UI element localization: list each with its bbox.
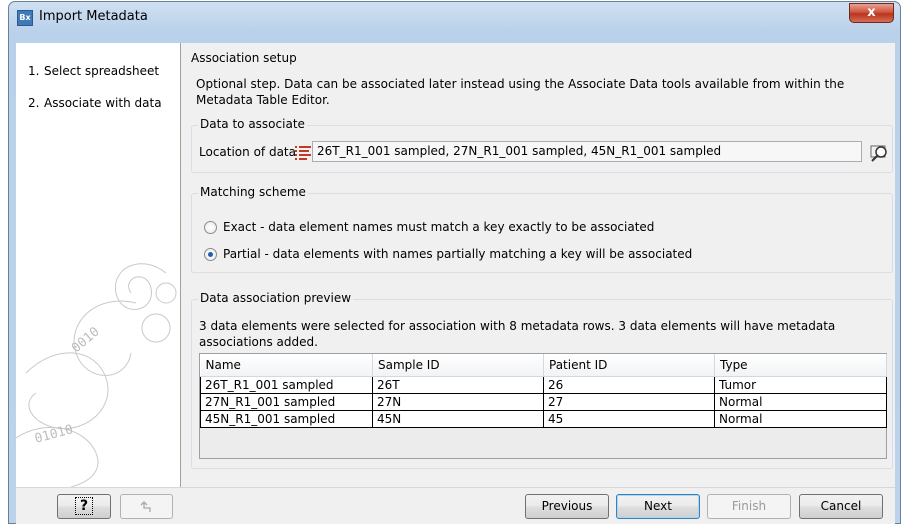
svg-text:01010: 01010 (33, 422, 75, 447)
next-button[interactable]: Next (616, 494, 700, 519)
restore-defaults-button[interactable] (120, 494, 173, 519)
column-header-patient-id[interactable]: Patient ID (543, 354, 715, 377)
help-label: ? (74, 497, 94, 515)
cell-sample-id: 27N (372, 392, 544, 411)
cell-type: Tumor (714, 375, 887, 394)
group-title: Matching scheme (198, 185, 308, 199)
finish-button[interactable]: Finish (707, 494, 791, 519)
step-label: Select spreadsheet (44, 64, 160, 78)
step-number: 1. (28, 64, 40, 78)
dialog-body: 1. Select spreadsheet 2. Associate with da… (16, 43, 895, 524)
step-label: Associate with data (44, 96, 162, 110)
svg-text:0010: 0010 (69, 324, 103, 356)
group-title: Data association preview (198, 291, 354, 305)
title-bar: Bx Import Metadata x (9, 2, 900, 32)
preview-summary: 3 data elements were selected for associ… (199, 319, 836, 349)
partial-radio[interactable] (204, 247, 217, 261)
preview-table: Name Sample ID Patient ID Type 26T_R1_00… (200, 354, 887, 428)
data-to-associate-group: Data to associate Location of data 26T_R… (191, 117, 893, 173)
table-row[interactable]: 27N_R1_001 sampled 27N 27 Normal (200, 392, 887, 411)
partial-radio-label: Partial - data elements with names parti… (223, 247, 693, 261)
previous-button[interactable]: Previous (525, 494, 609, 519)
cell-sample-id: 26T (372, 375, 544, 394)
close-button[interactable]: x (849, 3, 894, 23)
group-title: Data to associate (198, 117, 307, 131)
browse-magnifier-icon[interactable] (868, 141, 890, 163)
cell-patient-id: 45 (543, 409, 715, 428)
location-of-data-label: Location of data (199, 145, 296, 159)
column-header-sample-id[interactable]: Sample ID (372, 354, 544, 377)
cell-patient-id: 26 (543, 375, 715, 394)
app-icon: Bx (17, 10, 33, 26)
cell-name: 26T_R1_001 sampled (200, 375, 373, 394)
list-icon (295, 146, 311, 160)
window-title: Import Metadata (39, 9, 148, 24)
cell-patient-id: 27 (543, 392, 715, 411)
matching-scheme-group: Matching scheme Exact - data element nam… (191, 185, 893, 273)
step-select-spreadsheet: 1. Select spreadsheet (28, 64, 159, 78)
cell-name: 27N_R1_001 sampled (200, 392, 373, 411)
cell-sample-id: 45N (372, 409, 544, 428)
section-description: Optional step. Data can be associated la… (196, 77, 845, 107)
data-association-preview-group: Data association preview 3 data elements… (191, 291, 893, 469)
decorative-swirl-logo: 0010 01010 (16, 263, 177, 487)
exact-radio[interactable] (204, 220, 217, 234)
location-of-data-field[interactable]: 26T_R1_001 sampled, 27N_R1_001 sampled, … (312, 141, 862, 162)
table-header-row: Name Sample ID Patient ID Type (200, 354, 887, 377)
wizard-steps-panel: 1. Select spreadsheet 2. Associate with da… (16, 43, 181, 487)
exact-radio-label: Exact - data element names must match a … (223, 220, 655, 234)
undo-arrow-icon (140, 501, 151, 512)
step-associate-with-data: 2. Associate with data (28, 96, 162, 110)
dialog-footer: ? Previous Next Finish Cancel (16, 487, 895, 524)
step-number: 2. (28, 96, 40, 110)
column-header-name[interactable]: Name (200, 354, 373, 377)
preview-table-container[interactable]: Name Sample ID Patient ID Type 26T_R1_00… (199, 353, 887, 459)
cell-type: Normal (714, 409, 887, 428)
section-title: Association setup (191, 51, 297, 65)
table-row[interactable]: 45N_R1_001 sampled 45N 45 Normal (200, 409, 887, 428)
association-setup-panel: Association setup Optional step. Data ca… (182, 43, 895, 487)
partial-match-option[interactable]: Partial - data elements with names parti… (204, 247, 692, 261)
cell-type: Normal (714, 392, 887, 411)
cancel-button[interactable]: Cancel (799, 494, 883, 519)
cell-name: 45N_R1_001 sampled (200, 409, 373, 428)
help-button[interactable]: ? (57, 494, 111, 519)
import-metadata-dialog: Bx Import Metadata x 1. Select spreadshee… (8, 1, 901, 524)
exact-match-option[interactable]: Exact - data element names must match a … (204, 220, 654, 234)
table-row[interactable]: 26T_R1_001 sampled 26T 26 Tumor (200, 375, 887, 394)
column-header-type[interactable]: Type (714, 354, 887, 377)
